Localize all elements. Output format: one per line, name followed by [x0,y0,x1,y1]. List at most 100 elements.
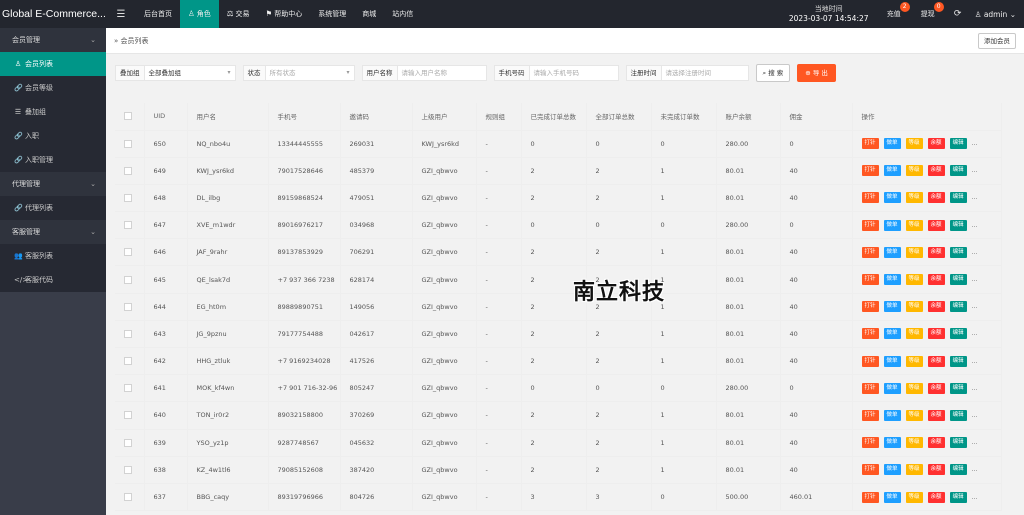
action-button-2[interactable]: 等级 [905,491,923,503]
action-button-4[interactable]: 编辑 [949,328,967,340]
action-button-3[interactable]: 余额 [927,274,945,286]
row-checkbox[interactable] [124,302,132,311]
more-actions-icon[interactable]: ... [972,439,978,446]
action-button-3[interactable]: 余额 [927,409,945,421]
action-button-2[interactable]: 等级 [905,192,923,204]
action-button-4[interactable]: 编辑 [949,301,967,313]
row-select-cell[interactable] [115,401,145,430]
sidebar-item-2-1[interactable]: </> 客服代码 [0,268,106,292]
action-button-2[interactable]: 等级 [905,409,923,421]
more-actions-icon[interactable]: ... [972,330,978,337]
more-actions-icon[interactable]: ... [972,276,978,283]
action-button-0[interactable]: 打针 [861,301,879,313]
more-actions-icon[interactable]: ... [972,194,978,201]
row-checkbox[interactable] [124,221,132,230]
action-button-4[interactable]: 编辑 [949,192,967,204]
add-member-button[interactable]: 添加会员 [978,33,1016,49]
action-button-3[interactable]: 余额 [927,437,945,449]
row-select-cell[interactable] [115,238,145,267]
action-button-0[interactable]: 打针 [861,491,879,503]
action-button-1[interactable]: 做单 [883,355,901,367]
action-button-4[interactable]: 编辑 [949,274,967,286]
sidebar-item-0-2[interactable]: ☰ 叠加组 [0,100,106,124]
action-button-2[interactable]: 等级 [905,138,923,150]
action-button-3[interactable]: 余额 [927,165,945,177]
sidebar-group-1[interactable]: 代理管理 ⌄ [0,172,106,196]
action-button-4[interactable]: 编辑 [949,491,967,503]
action-button-0[interactable]: 打针 [861,328,879,340]
action-button-4[interactable]: 编辑 [949,382,967,394]
row-select-cell[interactable] [115,483,145,512]
row-select-cell[interactable] [115,130,145,158]
more-actions-icon[interactable]: ... [972,222,978,229]
action-button-1[interactable]: 做单 [883,464,901,476]
action-button-0[interactable]: 打针 [861,219,879,231]
action-button-1[interactable]: 做单 [883,301,901,313]
action-button-1[interactable]: 做单 [883,165,901,177]
action-button-4[interactable]: 编辑 [949,165,967,177]
more-actions-icon[interactable]: ... [972,385,978,392]
action-button-0[interactable]: 打针 [861,138,879,150]
username-input[interactable]: 请输入用户名称 [396,65,487,81]
row-select-cell[interactable] [115,374,145,403]
row-select-cell[interactable] [115,184,145,213]
row-select-cell[interactable] [115,429,145,457]
menu-toggle-icon[interactable]: ☰ [106,9,136,20]
overlay-select[interactable]: 全部叠加组 ▾ [143,65,236,81]
row-checkbox[interactable] [124,384,132,393]
row-checkbox[interactable] [124,465,132,474]
more-actions-icon[interactable]: ... [972,140,978,147]
action-button-4[interactable]: 编辑 [949,219,967,231]
recharge-button[interactable]: 充值 2 [877,0,911,28]
sidebar-group-2[interactable]: 客服管理 ⌄ [0,220,106,244]
action-button-1[interactable]: 做单 [883,328,901,340]
topnav-item-2[interactable]: ⚖ 交易 [219,0,258,28]
action-button-4[interactable]: 编辑 [949,437,967,449]
action-button-2[interactable]: 等级 [905,246,923,258]
action-button-3[interactable]: 余额 [927,382,945,394]
action-button-2[interactable]: 等级 [905,301,923,313]
action-button-1[interactable]: 做单 [883,246,901,258]
action-button-0[interactable]: 打针 [861,192,879,204]
action-button-1[interactable]: 做单 [883,274,901,286]
action-button-1[interactable]: 做单 [883,491,901,503]
action-button-1[interactable]: 做单 [883,382,901,394]
action-button-3[interactable]: 余额 [927,328,945,340]
row-select-cell[interactable] [115,211,145,240]
sidebar-item-0-1[interactable]: 🔗 会员等级 [0,76,106,100]
more-actions-icon[interactable]: ... [972,358,978,365]
sidebar-item-0-4[interactable]: 🔗 入职管理 [0,148,106,172]
row-checkbox[interactable] [124,193,132,202]
topnav-item-6[interactable]: 站内信 [384,0,421,28]
more-actions-icon[interactable]: ... [972,494,978,501]
select-all-cell[interactable] [115,103,145,131]
row-checkbox[interactable] [124,275,132,284]
action-button-3[interactable]: 余额 [927,138,945,150]
action-button-4[interactable]: 编辑 [949,409,967,421]
row-checkbox[interactable] [124,357,132,366]
action-button-4[interactable]: 编辑 [949,464,967,476]
action-button-1[interactable]: 做单 [883,219,901,231]
action-button-3[interactable]: 余额 [927,491,945,503]
action-button-2[interactable]: 等级 [905,219,923,231]
action-button-3[interactable]: 余额 [927,464,945,476]
action-button-4[interactable]: 编辑 [949,138,967,150]
action-button-0[interactable]: 打针 [861,165,879,177]
action-button-3[interactable]: 余额 [927,192,945,204]
refresh-icon[interactable]: ⟳ [945,9,971,19]
row-select-cell[interactable] [115,265,145,294]
action-button-2[interactable]: 等级 [905,274,923,286]
sidebar-item-1-0[interactable]: 🔗 代理列表 [0,196,106,220]
row-checkbox[interactable] [124,493,132,502]
action-button-0[interactable]: 打针 [861,274,879,286]
action-button-4[interactable]: 编辑 [949,246,967,258]
more-actions-icon[interactable]: ... [972,412,978,419]
row-select-cell[interactable] [115,347,145,376]
action-button-2[interactable]: 等级 [905,437,923,449]
action-button-2[interactable]: 等级 [905,328,923,340]
row-checkbox[interactable] [124,248,132,257]
select-all-checkbox[interactable] [124,112,132,121]
row-checkbox[interactable] [124,139,132,148]
user-menu[interactable]: ♙ admin ⌄ [971,10,1024,19]
action-button-3[interactable]: 余额 [927,219,945,231]
